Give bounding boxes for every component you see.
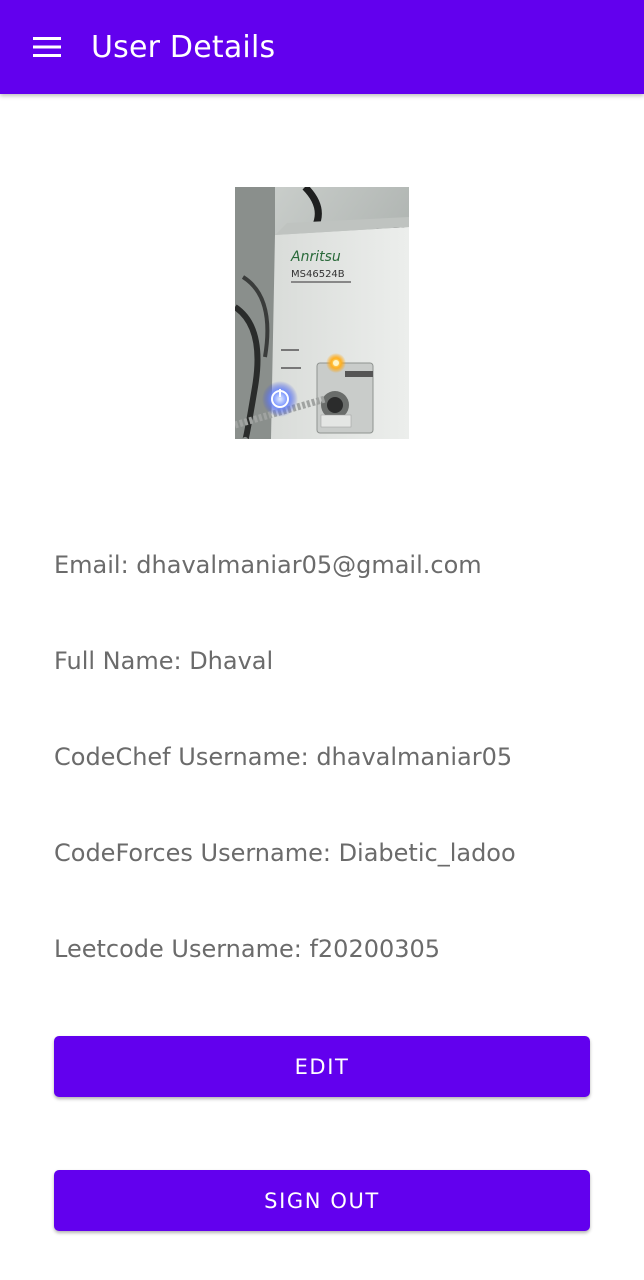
codeforces-username-text: CodeForces Username: Diabetic_ladoo [54, 839, 516, 867]
codechef-username-text: CodeChef Username: dhavalmaniar05 [54, 743, 513, 771]
photo-model-text: MS46524B [291, 269, 345, 280]
profile-photo: Anritsu MS46524B [235, 187, 409, 439]
photo-brand-text: Anritsu [290, 249, 341, 265]
app-bar: User Details [0, 0, 644, 94]
page-title: User Details [91, 30, 276, 65]
user-details-screen: User Details Anritsu MS46524B Email: dha… [0, 0, 644, 1280]
full-name-text: Full Name: Dhaval [54, 647, 274, 675]
email-text: Email: dhavalmaniar05@gmail.com [54, 551, 482, 579]
leetcode-username-text: Leetcode Username: f20200305 [54, 935, 441, 963]
sign-out-button[interactable]: SIGN OUT [54, 1170, 590, 1231]
edit-button[interactable]: EDIT [54, 1036, 590, 1097]
hamburger-menu-icon[interactable] [24, 27, 70, 67]
